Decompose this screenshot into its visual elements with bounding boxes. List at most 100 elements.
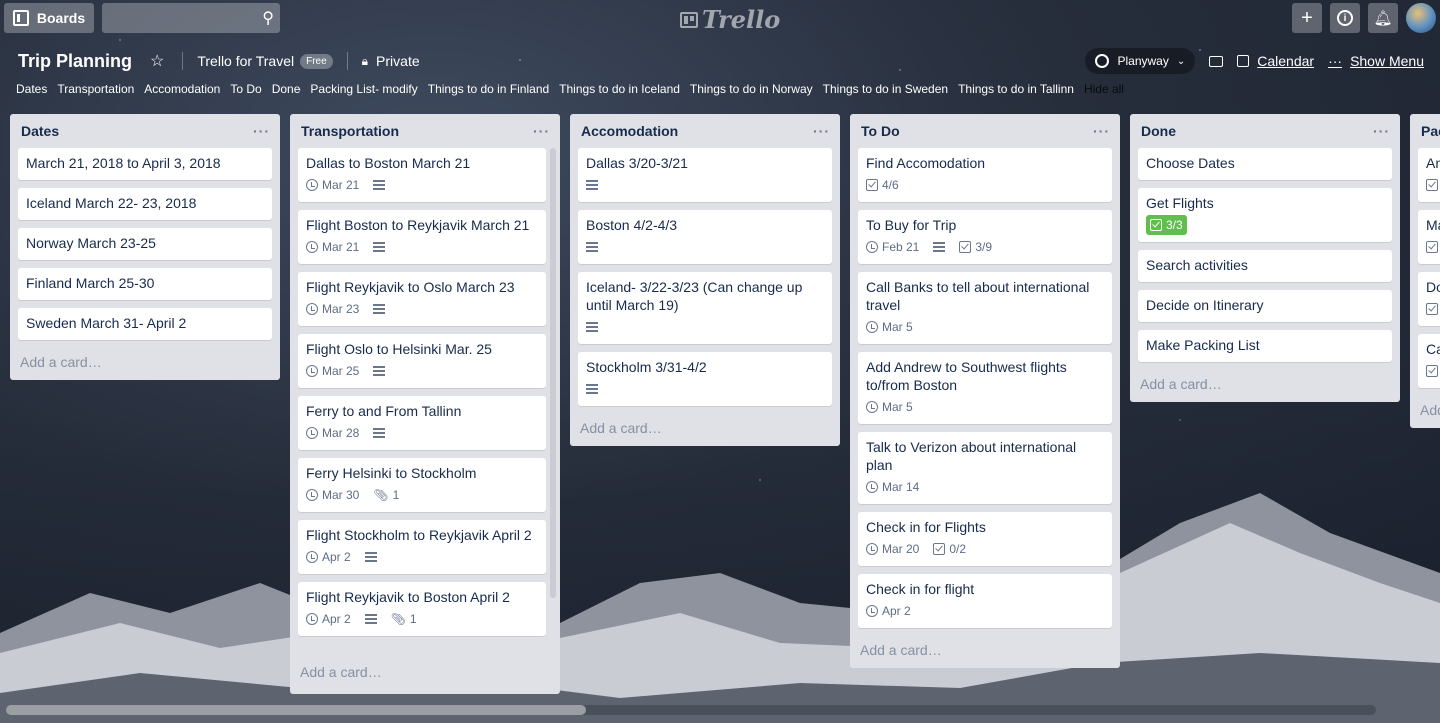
list-title[interactable]: Dates <box>21 123 59 139</box>
card[interactable]: Check in for flight Apr 2 <box>858 574 1112 628</box>
list-menu-icon[interactable]: ··· <box>1373 123 1390 139</box>
notification-bell-icon[interactable]: 🔔︎ <box>1368 3 1398 33</box>
card[interactable]: Dallas 3/20-3/21 <box>578 148 832 202</box>
info-icon[interactable]: i <box>1330 3 1360 33</box>
card[interactable]: Boston 4/2-4/3 <box>578 210 832 264</box>
card[interactable]: Sweden March 31- April 2 <box>18 308 272 340</box>
hide-all-button[interactable]: Hide all <box>1084 82 1124 96</box>
scrollbar-thumb[interactable] <box>6 705 586 715</box>
card-title: Flight Stockholm to Reykjavik April 2 <box>306 527 532 543</box>
card[interactable]: Decide on Itinerary <box>1138 290 1392 322</box>
board-title[interactable]: Trip Planning <box>18 51 132 72</box>
calendar-button[interactable]: Calendar <box>1237 53 1314 69</box>
due-date: Apr 2 <box>322 550 351 564</box>
card[interactable]: March 21, 2018 to April 3, 2018 <box>18 148 272 180</box>
due-date: Mar 25 <box>322 364 360 378</box>
add-card-button[interactable]: Add a card… <box>10 348 280 374</box>
team-name[interactable]: Trello for Travel <box>197 53 294 69</box>
card[interactable]: Make Packing List <box>1138 330 1392 362</box>
clock-icon <box>866 481 878 493</box>
list-menu-icon[interactable]: ··· <box>533 123 550 139</box>
card[interactable]: Do <box>1418 272 1440 326</box>
planyway-button[interactable]: Planyway ⌄ <box>1085 48 1196 74</box>
card[interactable]: Search activities <box>1138 250 1392 282</box>
list-title[interactable]: To Do <box>861 123 900 139</box>
card[interactable]: Flight Reykjavik to Boston April 2 Apr 2… <box>298 582 546 636</box>
visibility-button[interactable]: 🔒︎ Private <box>362 53 420 69</box>
card[interactable]: Iceland March 22- 23, 2018 <box>18 188 272 220</box>
card[interactable]: Ma <box>1418 210 1440 264</box>
filter-to-do[interactable]: To Do <box>230 82 261 96</box>
board-horizontal-scrollbar[interactable] <box>6 705 1376 715</box>
filter-sweden[interactable]: Things to do in Sweden <box>823 82 948 96</box>
comment-icon[interactable] <box>1209 55 1224 67</box>
filter-dates[interactable]: Dates <box>16 82 47 96</box>
card[interactable]: Flight Oslo to Helsinki Mar. 25 Mar 25 <box>298 334 546 388</box>
search-icon[interactable]: ⚲ <box>262 8 274 28</box>
add-icon[interactable]: + <box>1292 3 1322 33</box>
card[interactable]: Ferry Helsinki to Stockholm Mar 30 📎︎ 1 <box>298 458 546 512</box>
card[interactable]: Ca <box>1418 334 1440 388</box>
avatar[interactable] <box>1406 3 1436 33</box>
card[interactable]: Find Accomodation 4/6 <box>858 148 1112 202</box>
card[interactable]: Call Banks to tell about international t… <box>858 272 1112 344</box>
card-title: Sweden March 31- April 2 <box>26 315 187 331</box>
card-title: Make Packing List <box>1146 337 1260 353</box>
card[interactable]: Iceland- 3/22-3/23 (Can change up until … <box>578 272 832 344</box>
card-title: Choose Dates <box>1146 155 1235 171</box>
add-card-button[interactable]: Add a card… <box>1130 370 1400 396</box>
list-title[interactable]: Pac <box>1421 123 1440 139</box>
filter-transportation[interactable]: Transportation <box>57 82 134 96</box>
list-menu-icon[interactable]: ··· <box>253 123 270 139</box>
card[interactable]: Flight Reykjavik to Oslo March 23 Mar 23 <box>298 272 546 326</box>
card-title: Norway March 23-25 <box>26 235 156 251</box>
list-done: Done ··· Choose Dates Get Flights 3/3 Se… <box>1130 114 1400 402</box>
card-title: Dallas to Boston March 21 <box>306 155 471 171</box>
filter-norway[interactable]: Things to do in Norway <box>690 82 813 96</box>
filter-accomodation[interactable]: Accomodation <box>144 82 220 96</box>
card[interactable]: Flight Boston to Reykjavik March 21 Mar … <box>298 210 546 264</box>
card[interactable]: Get Flights 3/3 <box>1138 188 1392 242</box>
show-menu-button[interactable]: ··· Show Menu <box>1328 53 1424 69</box>
add-card-button[interactable]: Add a card… <box>290 658 560 684</box>
card[interactable]: Finland March 25-30 <box>18 268 272 300</box>
board-header: Trip Planning ☆ Trello for Travel Free 🔒… <box>0 46 1440 76</box>
search-input[interactable] <box>102 10 242 26</box>
card-title: Ca <box>1426 341 1440 357</box>
list-title[interactable]: Done <box>1141 123 1176 139</box>
card[interactable]: Check in for Flights Mar 20 0/2 <box>858 512 1112 566</box>
filter-iceland[interactable]: Things to do in Iceland <box>559 82 680 96</box>
card[interactable]: Choose Dates <box>1138 148 1392 180</box>
filter-packing-list[interactable]: Packing List- modify <box>310 82 417 96</box>
star-icon[interactable]: ☆ <box>150 51 164 71</box>
card[interactable]: Ferry to and From Tallinn Mar 28 <box>298 396 546 450</box>
checklist-count: 3/9 <box>975 240 993 254</box>
list-menu-icon[interactable]: ··· <box>1093 123 1110 139</box>
trello-logo[interactable]: Trello <box>680 5 780 34</box>
add-card-button[interactable]: Add <box>1410 396 1440 422</box>
card[interactable]: To Buy for Trip Feb 21 3/9 <box>858 210 1112 264</box>
card[interactable]: Dallas to Boston March 21 Mar 21 <box>298 148 546 202</box>
add-card-button[interactable]: Add a card… <box>570 414 840 440</box>
card-title: Finland March 25-30 <box>26 275 155 291</box>
card[interactable]: An <box>1418 148 1440 202</box>
checklist-icon <box>1426 179 1438 191</box>
card[interactable]: Stockholm 3/31-4/2 <box>578 352 832 406</box>
add-card-button[interactable]: Add a card… <box>850 636 1120 662</box>
filter-finland[interactable]: Things to do in Finland <box>428 82 549 96</box>
boards-button[interactable]: Boards <box>4 3 94 33</box>
list-menu-icon[interactable]: ··· <box>813 123 830 139</box>
list-scrollbar[interactable] <box>550 148 556 598</box>
chevron-down-icon: ⌄ <box>1176 55 1186 67</box>
search-box[interactable]: ⚲ <box>102 3 280 33</box>
filter-tallinn[interactable]: Things to do in Tallinn <box>958 82 1074 96</box>
card[interactable]: Talk to Verizon about international plan… <box>858 432 1112 504</box>
due-date: Mar 21 <box>322 240 360 254</box>
card[interactable]: Add Andrew to Southwest flights to/from … <box>858 352 1112 424</box>
card-title: Search activities <box>1146 257 1248 273</box>
card[interactable]: Flight Stockholm to Reykjavik April 2 Ap… <box>298 520 546 574</box>
list-title[interactable]: Accomodation <box>581 123 678 139</box>
filter-done[interactable]: Done <box>272 82 301 96</box>
card[interactable]: Norway March 23-25 <box>18 228 272 260</box>
list-title[interactable]: Transportation <box>301 123 399 139</box>
